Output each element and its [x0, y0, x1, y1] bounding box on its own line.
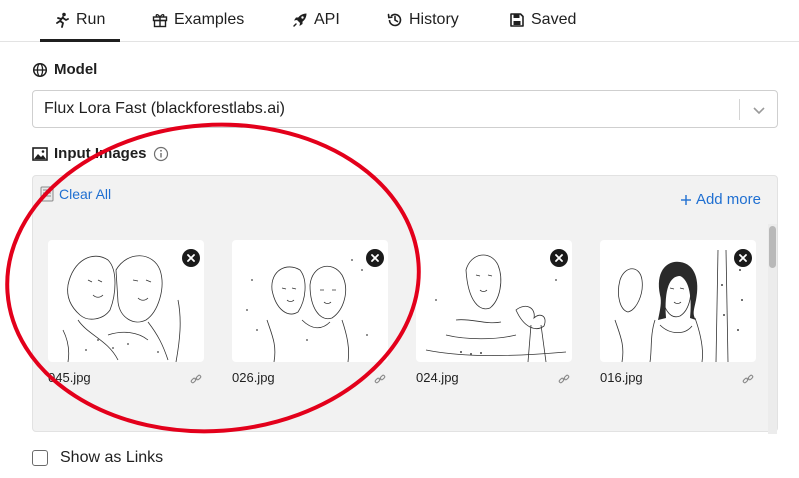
active-tab-indicator: [40, 39, 120, 42]
history-icon: [387, 13, 402, 27]
clear-all-button[interactable]: Clear All: [40, 186, 111, 202]
model-section-label: Model: [32, 61, 97, 78]
image-thumbnail[interactable]: [416, 240, 572, 362]
link-icon[interactable]: [190, 373, 202, 385]
image-filename: 024.jpg: [416, 370, 459, 385]
close-icon: [371, 254, 379, 262]
close-icon: [555, 254, 563, 262]
model-select[interactable]: Flux Lora Fast (blackforestlabs.ai): [32, 90, 778, 128]
show-as-links-option: Show as Links: [32, 449, 163, 467]
show-as-links-checkbox[interactable]: [32, 450, 48, 466]
save-icon: [510, 13, 524, 27]
remove-image-button[interactable]: [734, 249, 752, 267]
tab-history-label: History: [409, 11, 459, 28]
tab-saved-label: Saved: [531, 11, 577, 28]
clear-all-label: Clear All: [59, 186, 112, 202]
plus-icon: [680, 194, 691, 205]
link-icon[interactable]: [558, 373, 570, 385]
input-images-panel: Clear All Add more 045.jpg 026.jpg 024.j…: [32, 175, 778, 434]
tab-run-label: Run: [76, 11, 106, 28]
trash-icon: [40, 186, 54, 202]
tab-api[interactable]: API: [292, 8, 340, 32]
tab-api-label: API: [314, 11, 340, 28]
image-card: 024.jpg: [416, 240, 572, 385]
image-filename: 045.jpg: [48, 370, 91, 385]
vertical-scrollbar[interactable]: [768, 224, 777, 434]
image-thumbnail[interactable]: [232, 240, 388, 362]
sketch-image-two-figures: [246, 259, 368, 362]
image-thumbnail-strip: 045.jpg 026.jpg 024.jpg 016.jpg: [33, 224, 770, 424]
sketch-image-two-figures: [62, 255, 181, 362]
remove-image-button[interactable]: [366, 249, 384, 267]
input-images-section-label: Input Images: [32, 145, 169, 162]
tab-run[interactable]: Run: [54, 8, 105, 32]
add-more-label: Add more: [695, 191, 761, 208]
link-icon[interactable]: [374, 373, 386, 385]
globe-icon: [32, 62, 48, 77]
show-as-links-label: Show as Links: [60, 449, 164, 466]
model-select-value: Flux Lora Fast (blackforestlabs.ai): [44, 100, 285, 117]
tab-examples-label: Examples: [174, 11, 245, 28]
image-thumbnail[interactable]: [48, 240, 204, 362]
model-label: Model: [54, 61, 98, 78]
link-icon[interactable]: [742, 373, 754, 385]
gift-icon: [152, 14, 168, 28]
image-filename: 016.jpg: [600, 370, 643, 385]
sketch-image-figure-with-flowers: [425, 254, 567, 362]
close-icon: [187, 254, 195, 262]
close-icon: [739, 254, 747, 262]
tab-history[interactable]: History: [387, 8, 459, 32]
image-icon: [32, 146, 48, 161]
input-images-label: Input Images: [54, 145, 147, 162]
remove-image-button[interactable]: [550, 249, 568, 267]
select-separator: [739, 99, 740, 120]
image-thumbnail[interactable]: [600, 240, 756, 362]
sketch-image-woman-dark-hair: [614, 249, 743, 362]
tab-saved[interactable]: Saved: [509, 8, 576, 32]
tab-examples[interactable]: Examples: [152, 8, 244, 32]
rocket-icon: [293, 13, 307, 27]
image-card: 016.jpg: [600, 240, 756, 385]
image-card: 045.jpg: [48, 240, 204, 385]
tab-bar: Run Examples API History Saved: [0, 0, 799, 42]
chevron-down-icon[interactable]: [751, 102, 767, 118]
remove-image-button[interactable]: [182, 249, 200, 267]
add-more-button[interactable]: Add more: [680, 191, 761, 208]
image-filename: 026.jpg: [232, 370, 275, 385]
image-card: 026.jpg: [232, 240, 388, 385]
info-icon[interactable]: [153, 146, 169, 162]
run-icon: [56, 12, 69, 28]
scrollbar-thumb[interactable]: [769, 226, 776, 268]
